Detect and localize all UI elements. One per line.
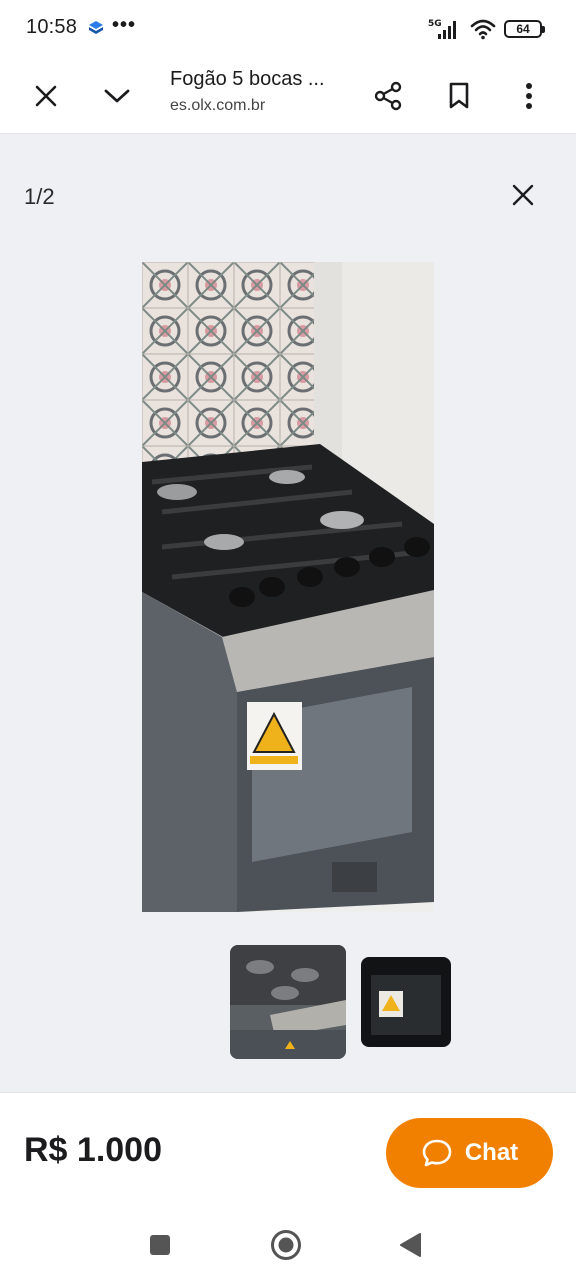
chevron-down-icon: [104, 89, 130, 103]
share-button[interactable]: [364, 72, 412, 120]
wifi-icon: [470, 19, 496, 40]
listing-footer: R$ 1.000 Chat: [0, 1092, 576, 1210]
price: R$ 1.000: [24, 1131, 162, 1169]
page-title: Fogão 5 bocas ...: [170, 68, 325, 90]
browser-toolbar: Fogão 5 bocas ... es.olx.com.br: [0, 58, 576, 134]
close-icon: [512, 184, 534, 206]
network-label: 5G: [428, 19, 442, 29]
image-counter: 1/2: [24, 184, 55, 209]
thumbnail-2[interactable]: [361, 957, 451, 1047]
more-options-button[interactable]: [505, 72, 553, 120]
chat-label: Chat: [464, 1139, 519, 1166]
share-icon: [374, 81, 402, 111]
main-photo[interactable]: [142, 262, 434, 912]
back-triangle-icon: [400, 1233, 421, 1257]
thumbnail-1[interactable]: [230, 945, 346, 1059]
home-circle-icon: [271, 1230, 301, 1260]
recents-square-icon: [150, 1235, 170, 1255]
home-button[interactable]: [269, 1228, 303, 1262]
status-icons: 5G 64: [428, 16, 545, 42]
system-nav-bar: [0, 1210, 576, 1280]
status-bar: 10:58 ••• 5G 64: [0, 0, 576, 58]
signal-5g-icon: 5G: [428, 19, 456, 39]
battery-icon: 64: [504, 20, 545, 38]
recents-button[interactable]: [143, 1228, 177, 1262]
bookmark-icon: [449, 82, 469, 109]
image-gallery: 1/2: [0, 134, 576, 1092]
thumbnail-photo: [230, 945, 346, 1059]
status-more-dots: •••: [112, 14, 137, 36]
chat-button[interactable]: Chat: [386, 1118, 553, 1188]
page-title-area[interactable]: Fogão 5 bocas ... es.olx.com.br: [170, 66, 350, 118]
minimize-button[interactable]: [93, 72, 141, 120]
close-gallery-button[interactable]: [500, 172, 546, 218]
thumbnail-photo: [361, 957, 451, 1047]
bookmark-button[interactable]: [435, 72, 483, 120]
chat-bubble-icon: [422, 1139, 452, 1167]
close-icon: [35, 85, 57, 107]
app-notification-icon: [89, 21, 103, 34]
more-vert-icon: [526, 83, 532, 109]
status-time: 10:58: [26, 16, 78, 38]
stove-photo: [142, 262, 434, 912]
page-url: es.olx.com.br: [170, 97, 266, 114]
close-tab-button[interactable]: [22, 72, 70, 120]
back-button[interactable]: [393, 1228, 427, 1262]
